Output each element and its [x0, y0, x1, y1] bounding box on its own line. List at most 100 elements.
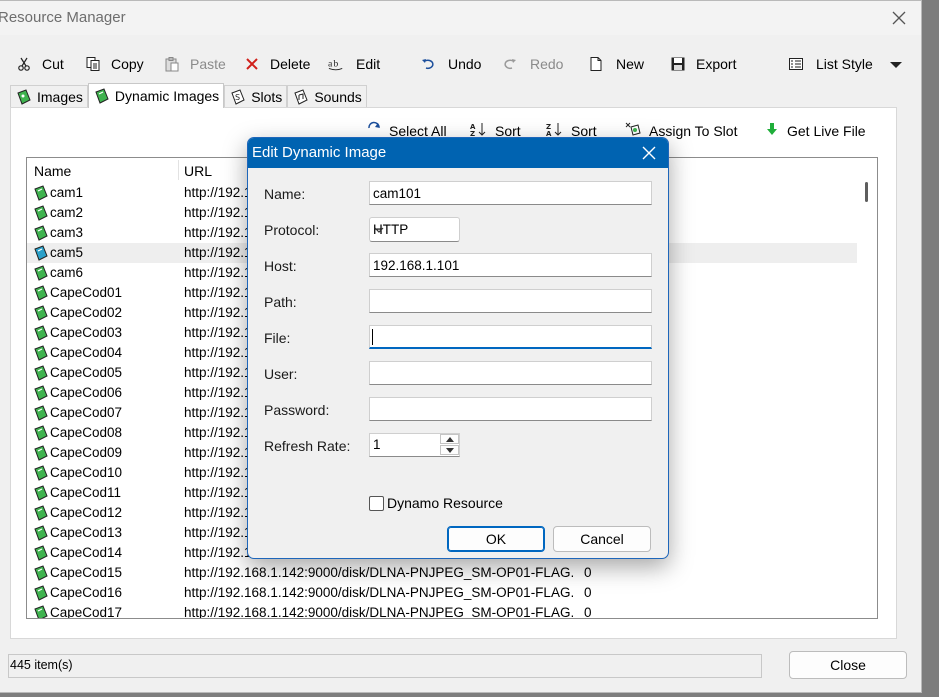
dynamic-image-icon: [33, 465, 49, 481]
dynamic-image-icon: [33, 245, 49, 261]
list-style-button[interactable]: List Style: [788, 53, 902, 75]
protocol-label: Protocol:: [264, 222, 320, 238]
green-down-arrow-icon: [764, 121, 780, 140]
copy-button[interactable]: Copy: [85, 53, 144, 75]
copy-icon: [85, 56, 101, 72]
svg-text:Z: Z: [470, 130, 475, 137]
item-name: CapeCod04: [50, 345, 123, 360]
file-field[interactable]: [369, 325, 652, 349]
item-name: CapeCod10: [50, 465, 123, 480]
edit-dynamic-image-dialog: Edit Dynamic Image Name: Protocol: HTTP …: [247, 137, 669, 559]
close-button[interactable]: Close: [789, 651, 907, 679]
vertical-scrollbar[interactable]: [857, 158, 877, 618]
item-value: 0: [584, 605, 592, 619]
ok-button[interactable]: OK: [447, 526, 545, 552]
list-item[interactable]: CapeCod17 http://192.168.1.142:9000/disk/…: [27, 603, 857, 619]
host-label: Host:: [264, 258, 297, 274]
item-value: 0: [584, 585, 592, 600]
export-save-icon: [670, 56, 686, 72]
paste-button[interactable]: Paste: [164, 53, 226, 75]
title-bar: Resource Manager: [0, 1, 921, 35]
tab-dynamic-images[interactable]: Dynamic Images: [87, 83, 225, 108]
image-icon: [16, 89, 32, 105]
column-name-header[interactable]: Name: [34, 163, 71, 179]
tab-sounds-label: Sounds: [314, 89, 362, 105]
name-field[interactable]: [369, 181, 652, 205]
cancel-button[interactable]: Cancel: [553, 526, 651, 552]
item-name: CapeCod01: [50, 285, 123, 300]
edit-text-icon: ab: [328, 56, 344, 72]
new-button[interactable]: New: [588, 53, 644, 75]
dropdown-arrow-icon[interactable]: [889, 56, 902, 72]
item-name: CapeCod11: [50, 485, 122, 500]
dynamic-image-icon: [33, 305, 49, 321]
password-field[interactable]: [369, 397, 652, 421]
undo-button[interactable]: Undo: [420, 53, 481, 75]
delete-label: Delete: [270, 56, 311, 72]
spin-down-icon[interactable]: [440, 445, 459, 455]
delete-button[interactable]: Delete: [244, 53, 310, 75]
name-label: Name:: [264, 186, 306, 202]
resource-tabs: Images Dynamic Images S Slots Sounds: [10, 83, 367, 108]
item-url: http://192.168.1.142:9000/disk/DLNA-PNJP…: [184, 585, 574, 600]
refresh-rate-label: Refresh Rate:: [264, 438, 351, 454]
item-name: CapeCod14: [50, 545, 123, 560]
export-button[interactable]: Export: [670, 53, 736, 75]
refresh-rate-stepper[interactable]: 1: [369, 433, 460, 457]
path-label: Path:: [264, 294, 297, 310]
dynamic-image-icon: [33, 585, 49, 601]
copy-label: Copy: [111, 56, 144, 72]
delete-x-icon: [244, 56, 260, 72]
redo-button[interactable]: Redo: [502, 53, 563, 75]
window-close-icon[interactable]: [887, 7, 911, 29]
dialog-title: Edit Dynamic Image: [252, 144, 387, 161]
item-value: 0: [584, 565, 592, 580]
user-label: User:: [264, 366, 298, 382]
item-name: cam6: [50, 265, 84, 280]
tab-sounds[interactable]: Sounds: [287, 85, 367, 108]
item-name: CapeCod13: [50, 525, 123, 540]
cut-label: Cut: [42, 56, 64, 72]
protocol-select[interactable]: HTTP: [369, 217, 460, 242]
dialog-close-icon[interactable]: [638, 143, 660, 163]
dynamic-image-icon: [33, 285, 49, 301]
redo-label: Redo: [530, 56, 564, 72]
dynamo-resource-checkbox[interactable]: Dynamo Resource: [369, 495, 503, 511]
spin-up-icon[interactable]: [440, 434, 459, 444]
item-name: CapeCod08: [50, 425, 123, 440]
text-caret: [372, 329, 373, 345]
cut-button[interactable]: Cut: [16, 53, 64, 75]
dynamic-image-icon: [33, 225, 49, 241]
tab-slots-label: Slots: [251, 89, 283, 105]
status-bar: 445 item(s): [8, 654, 762, 678]
list-item[interactable]: CapeCod16 http://192.168.1.142:9000/disk/…: [27, 583, 857, 603]
dynamic-image-icon: [33, 185, 49, 201]
svg-text:S: S: [235, 93, 240, 102]
chevron-down-icon: [373, 224, 385, 236]
item-name: CapeCod06: [50, 385, 123, 400]
path-field[interactable]: [369, 289, 652, 313]
item-name: CapeCod17: [50, 605, 123, 619]
item-count: 445 item(s): [10, 658, 73, 672]
edit-button[interactable]: ab Edit: [328, 53, 380, 75]
dynamic-image-icon: [33, 205, 49, 221]
tab-images[interactable]: Images: [10, 85, 88, 108]
dynamic-image-icon: [94, 88, 110, 104]
item-name: cam1: [50, 185, 84, 200]
column-url-header[interactable]: URL: [184, 163, 212, 179]
tab-slots[interactable]: S Slots: [224, 85, 288, 108]
user-field[interactable]: [369, 361, 652, 385]
item-name: CapeCod07: [50, 405, 123, 420]
list-item[interactable]: CapeCod15 http://192.168.1.142:9000/disk/…: [27, 563, 857, 583]
password-label: Password:: [264, 402, 330, 418]
scrollbar-thumb[interactable]: [865, 182, 868, 202]
sound-icon: [293, 89, 309, 105]
edit-label: Edit: [356, 56, 381, 72]
host-field[interactable]: [369, 253, 652, 277]
item-name: CapeCod09: [50, 445, 123, 460]
paste-label: Paste: [190, 56, 226, 72]
column-separator[interactable]: [178, 160, 179, 180]
checkbox-box[interactable]: [369, 495, 384, 511]
get-live-file-button[interactable]: Get Live File: [764, 121, 866, 140]
dialog-title-bar: Edit Dynamic Image: [248, 138, 668, 168]
